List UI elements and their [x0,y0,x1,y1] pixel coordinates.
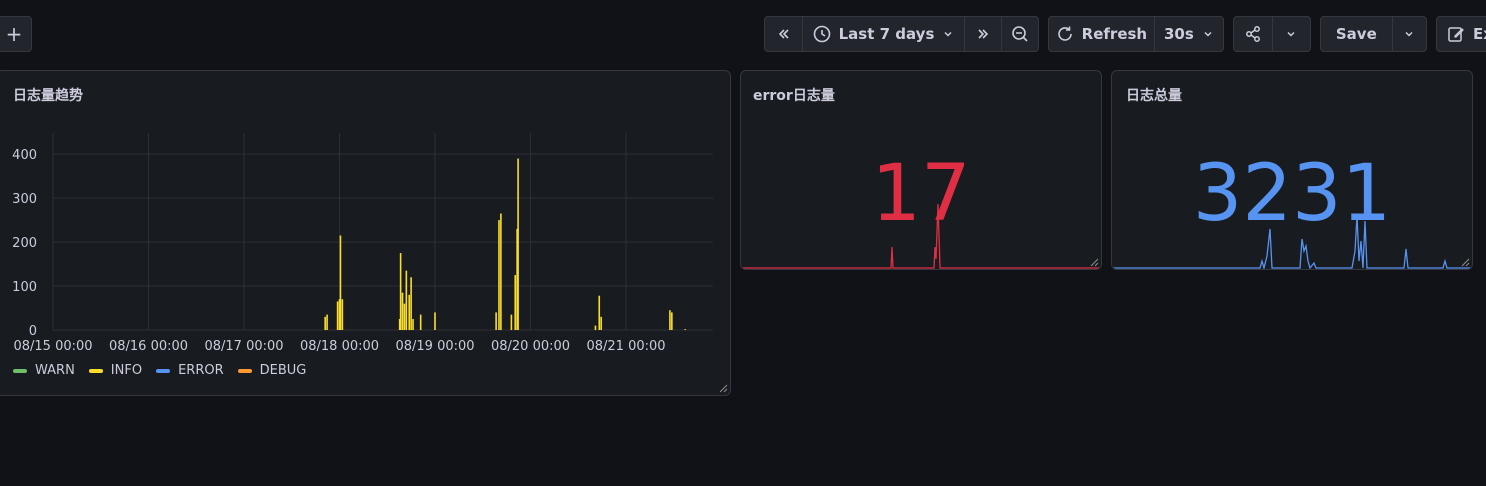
save-group: Save [1320,16,1427,52]
bar-info [410,277,412,330]
legend-item-debug[interactable]: DEBUG [237,363,307,378]
y-tick-label: 0 [29,324,37,339]
zoom-out-icon [1011,25,1029,43]
clock-icon [813,25,831,43]
share-group [1233,16,1311,52]
save-button[interactable]: Save [1321,17,1392,51]
y-tick-label: 400 [12,148,37,163]
refresh-interval-value: 30s [1163,25,1194,43]
chevron-down-icon [1202,28,1214,40]
share-icon [1244,25,1262,43]
bar-info [403,303,406,330]
share-button[interactable] [1234,17,1272,51]
resize-handle[interactable] [1089,257,1099,267]
bar-info [500,213,502,330]
legend-label: DEBUG [259,363,307,378]
chart-legend: WARN INFO ERROR DEBUG [13,363,306,378]
y-tick-label: 300 [12,192,37,207]
bar-info [401,292,404,330]
bar-info [594,325,597,330]
bar-info [514,275,517,330]
edit-button[interactable]: Ex [1437,17,1486,51]
bar-info [495,312,497,330]
bar-info [405,270,408,330]
bar-info [498,220,500,330]
total-count-panel: 日志总量 3231 [1111,70,1473,270]
legend-swatch [13,368,27,373]
x-tick-label: 08/18 00:00 [300,339,379,354]
log-trend-panel: 日志量趋势 0 100 200 300 400 08/15 00:00 08/16 00:0… [0,70,731,396]
time-picker-button[interactable]: Last 7 days [802,17,964,51]
save-dropdown-button[interactable] [1391,17,1426,51]
bar-info [336,301,339,330]
bar-info [341,299,344,330]
legend-item-info[interactable]: INFO [88,363,143,378]
x-tick-label: 08/21 00:00 [586,339,665,354]
bar-info [510,314,513,330]
bar-info [684,329,687,330]
y-tick-label: 100 [12,280,37,295]
share-dropdown-button[interactable] [1271,17,1310,51]
resize-handle[interactable] [1460,257,1470,267]
edit-label: Ex [1473,25,1486,43]
refresh-interval-select[interactable]: 30s [1153,17,1223,51]
chevron-down-icon [1403,28,1415,40]
legend-item-warn[interactable]: WARN [13,363,75,378]
legend-item-error[interactable]: ERROR [156,363,224,378]
bar-info [598,295,601,330]
x-tick-label: 08/16 00:00 [109,339,188,354]
y-tick-label: 200 [12,236,37,251]
x-tick-label: 08/17 00:00 [204,339,283,354]
chevron-double-right-icon [976,27,990,41]
bar-info [399,253,402,330]
time-forward-button[interactable] [964,17,1001,51]
edit-group: Ex [1436,16,1486,52]
log-trend-chart: 0 100 200 300 400 08/15 00:00 08/16 00:00 08/17… [12,133,713,354]
bar-info [326,314,328,330]
error-count-panel: error日志量 17 [740,70,1102,270]
legend-swatch [237,368,252,373]
refresh-button[interactable]: Refresh [1049,17,1154,51]
resize-handle[interactable] [718,383,728,393]
legend-label: WARN [35,363,75,378]
bar-info [339,235,342,330]
chevron-down-icon [942,28,954,40]
bar-info [412,319,414,330]
bar-info [434,312,436,330]
x-tick-label: 08/19 00:00 [395,339,474,354]
sparkline [741,203,1101,269]
legend-label: ERROR [178,363,224,378]
bar-info [408,294,411,330]
edit-icon [1447,25,1465,43]
bar-info [517,158,519,330]
chevron-down-icon [1285,28,1297,40]
time-range-group: Last 7 days [764,16,1039,52]
x-tick-label: 08/15 00:00 [13,339,92,354]
add-panel-button[interactable]: + [0,16,32,52]
bar-info [669,310,671,330]
plus-icon: + [5,22,23,46]
x-tick-label: 08/20 00:00 [491,339,570,354]
refresh-icon [1056,25,1074,43]
legend-swatch [88,368,103,373]
legend-swatch [156,368,171,373]
sparkline [1112,215,1472,269]
refresh-group: Refresh 30s [1048,16,1224,52]
refresh-label: Refresh [1081,25,1148,43]
bar-info [671,312,673,330]
bar-info [600,316,602,330]
bar-info [419,314,422,330]
time-range-label: Last 7 days [838,25,935,43]
zoom-out-button[interactable] [1001,17,1038,51]
legend-label: INFO [110,363,143,378]
save-label: Save [1335,25,1377,43]
time-back-button[interactable] [765,17,802,51]
bar-info [324,316,326,330]
chevron-double-left-icon [777,27,791,41]
